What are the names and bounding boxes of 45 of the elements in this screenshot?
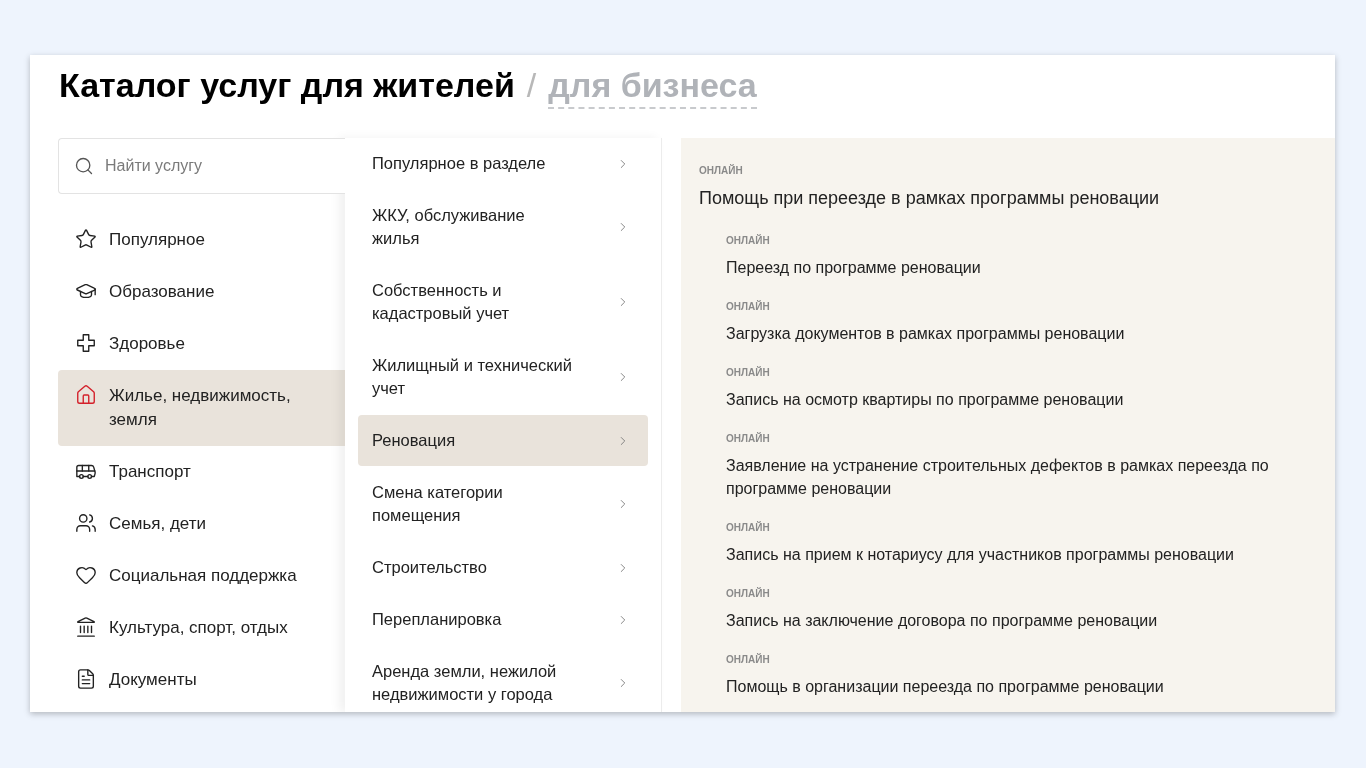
subcategory-item[interactable]: Реновация	[358, 415, 648, 466]
service-link[interactable]: Помощь в организации переезда по программе реновации	[726, 675, 1315, 698]
category-item[interactable]: Транспорт	[58, 446, 345, 498]
cross-icon	[75, 332, 97, 354]
category-item[interactable]: Документы	[58, 654, 345, 706]
category-item[interactable]: Культура, спорт, отдых	[58, 602, 345, 654]
online-tag: ОНЛАЙН	[726, 653, 1315, 667]
subcategory-item[interactable]: Собственность и кадастровый учет	[358, 265, 648, 339]
columns-icon	[75, 616, 97, 638]
online-tag: ОНЛАЙН	[726, 432, 1315, 446]
subcategory-item[interactable]: ЖКУ, обслуживание жилья	[358, 190, 648, 264]
online-tag: ОНЛАЙН	[726, 234, 1315, 248]
category-item[interactable]: Популярное	[58, 214, 345, 266]
online-tag: ОНЛАЙН	[726, 587, 1315, 601]
online-tag: ОНЛАЙН	[726, 521, 1315, 535]
online-tag: ОНЛАЙН	[699, 164, 1315, 178]
star-icon	[75, 228, 97, 250]
category-item[interactable]: Образование	[58, 266, 345, 318]
subcategory-item[interactable]: Популярное в разделе	[358, 138, 648, 189]
service-link[interactable]: Запись на прием к нотариусу для участников программы реновации	[726, 543, 1315, 566]
subcategory-item[interactable]: Аренда земли, нежилой недвижимости у города	[358, 646, 648, 712]
category-item[interactable]: Здоровье	[58, 318, 345, 370]
online-tag: ОНЛАЙН	[726, 300, 1315, 314]
service-link[interactable]: Заявление на устранение строительных дефектов в рамках переезда по программе реновации	[726, 454, 1315, 500]
title-separator: /	[526, 65, 537, 106]
service-link[interactable]: Помощь при переезде в рамках программы реновации	[699, 186, 1315, 210]
online-tag: ОНЛАЙН	[726, 366, 1315, 380]
heart-icon	[75, 564, 97, 586]
search-field[interactable]: Найти услугу	[58, 138, 345, 194]
service-link[interactable]: Загрузка документов в рамках программы реновации	[726, 322, 1315, 345]
house-icon	[75, 384, 97, 406]
subcategory-item[interactable]: Строительство	[358, 542, 648, 593]
category-item[interactable]: Социальная поддержка	[58, 550, 345, 602]
people-icon	[75, 512, 97, 534]
search-icon	[74, 156, 94, 176]
subcategory-item[interactable]: Жилищный и технический учет	[358, 340, 648, 414]
category-item[interactable]: Жилье, недвижимость, земля	[58, 370, 345, 446]
page-title: Каталог услуг для жителей	[59, 65, 515, 106]
document-icon	[75, 668, 97, 690]
subcategory-item[interactable]: Смена категории помещения	[358, 467, 648, 541]
subcategory-item[interactable]: Перепланировка	[358, 594, 648, 645]
service-link[interactable]: Запись на осмотр квартиры по программе реновации	[726, 388, 1315, 411]
category-item[interactable]: Семья, дети	[58, 498, 345, 550]
service-link[interactable]: Переезд по программе реновации	[726, 256, 1315, 279]
service-link[interactable]: Запись на заключение договора по программе реновации	[726, 609, 1315, 632]
